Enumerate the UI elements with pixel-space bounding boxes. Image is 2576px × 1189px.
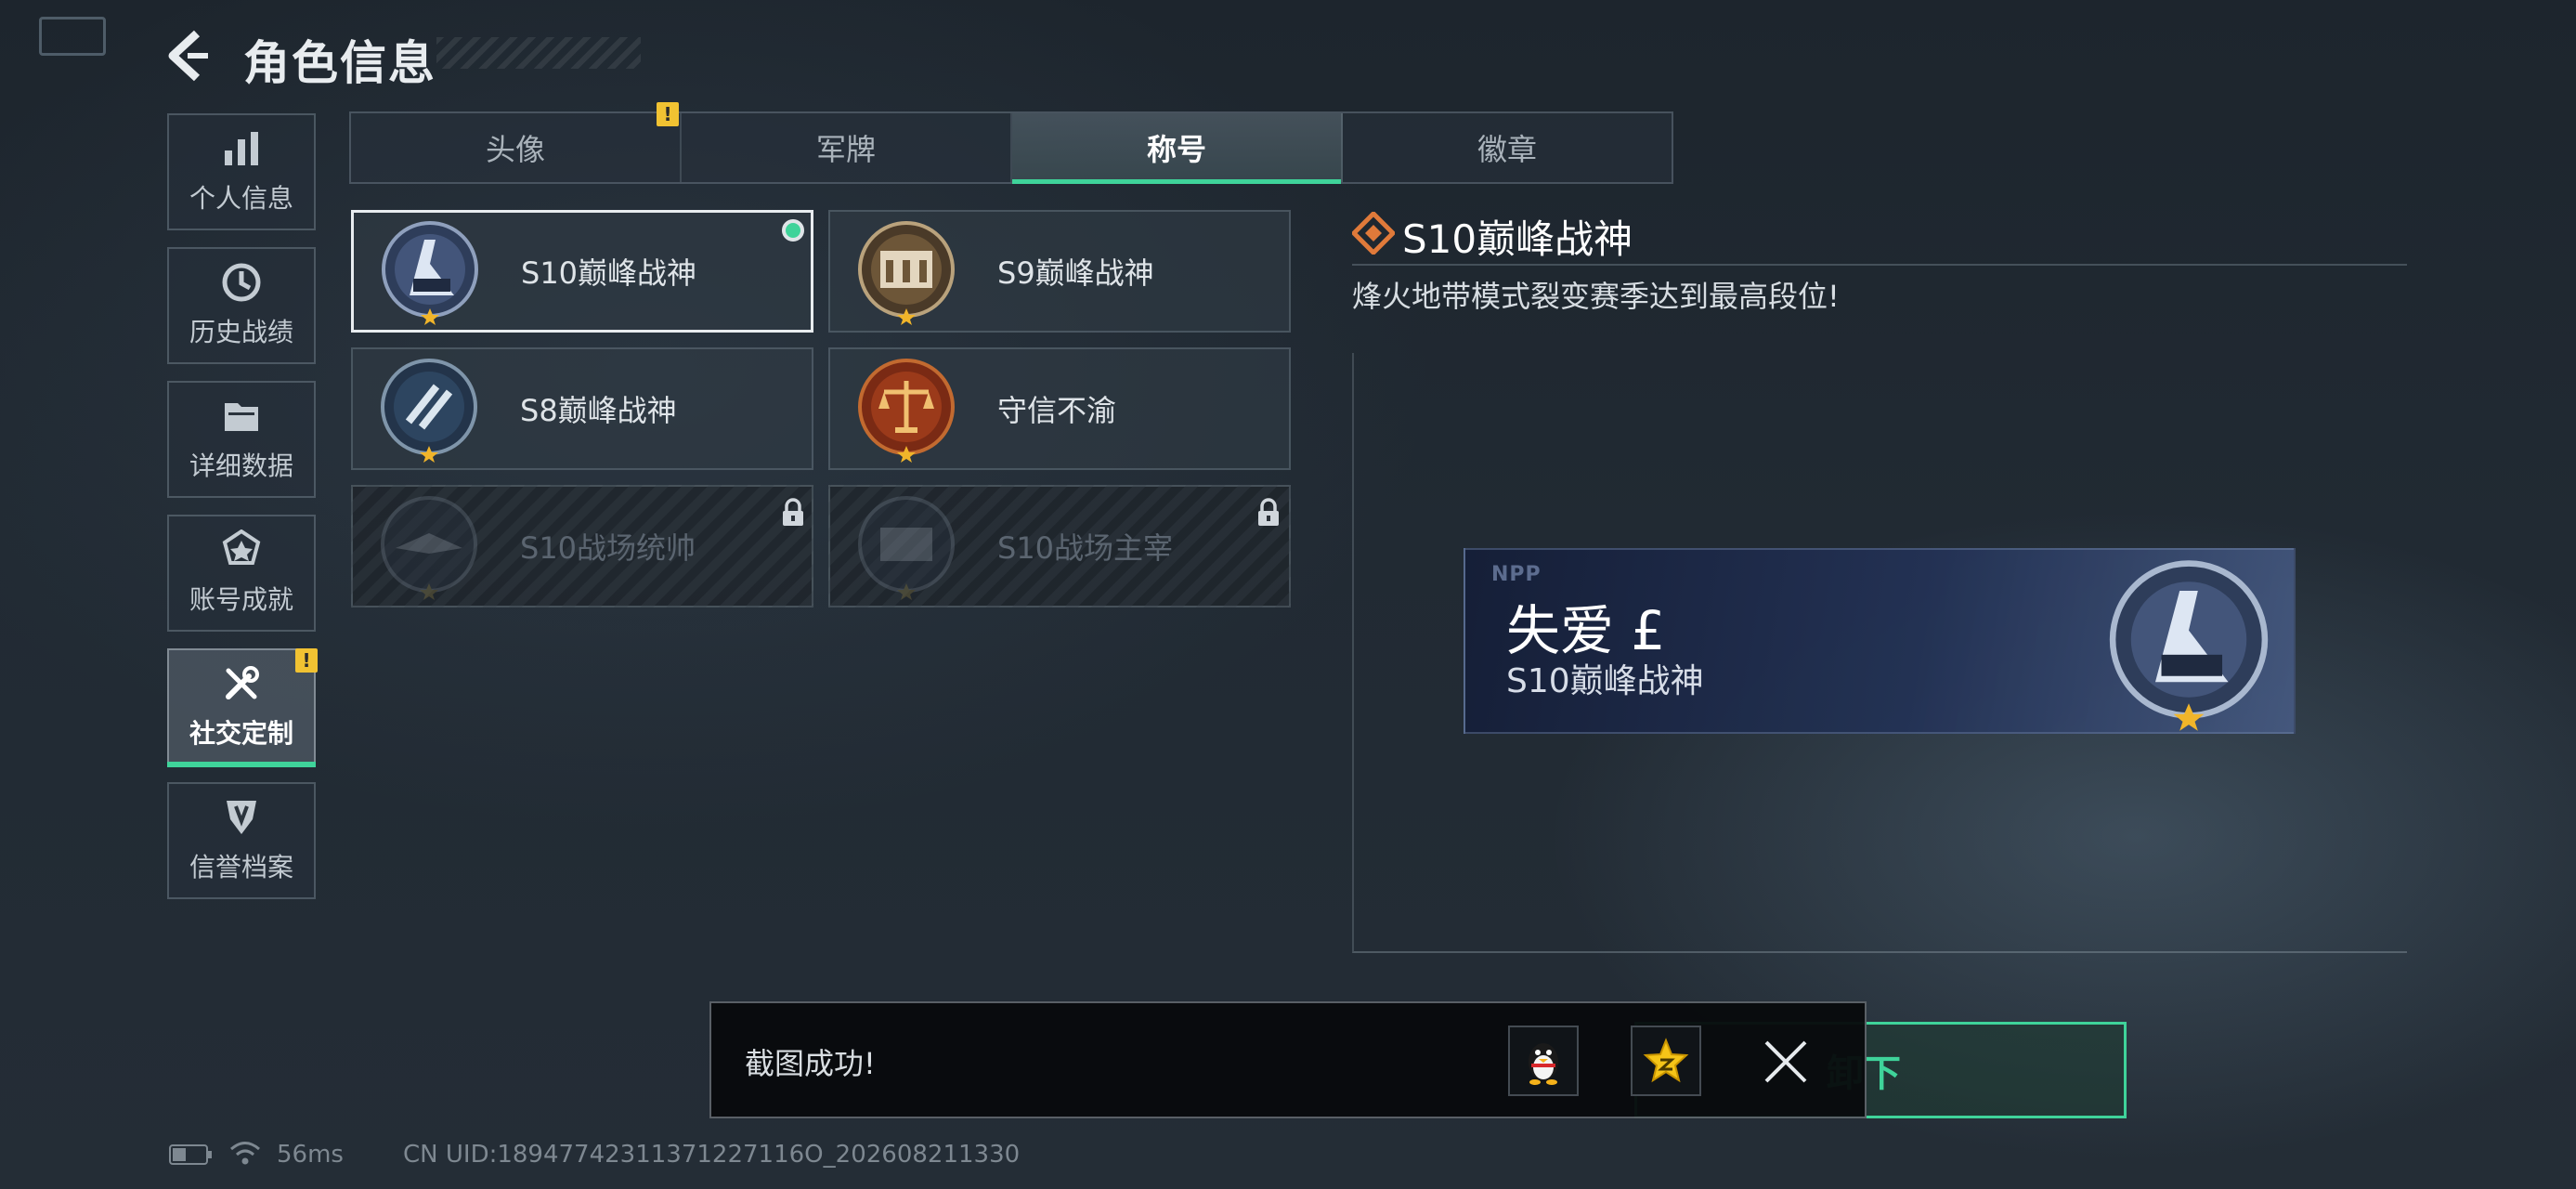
title-card-locked[interactable]: S10战场统帅 xyxy=(351,485,813,608)
tab-label: 军牌 xyxy=(815,132,876,167)
title-name: S9巅峰战神 xyxy=(997,255,1154,291)
peak-war-god-emblem xyxy=(382,221,478,325)
title-category-icon xyxy=(1352,212,1395,255)
screenshot-toast: 截图成功! xyxy=(709,1001,1867,1118)
lock-icon xyxy=(783,498,803,526)
title-card[interactable]: S9巅峰战神 xyxy=(828,210,1291,333)
title-name: S10战场统帅 xyxy=(520,530,696,566)
qzone-star-icon xyxy=(1643,1038,1689,1083)
shield-icon xyxy=(227,801,256,834)
sidebar-item-label: 账号成就 xyxy=(189,584,293,615)
sidebar-item-reputation[interactable]: 信誉档案 xyxy=(167,782,316,899)
bar-chart-icon xyxy=(225,132,258,165)
colosseum-emblem xyxy=(858,496,955,600)
title-card[interactable]: S10巅峰战神 xyxy=(351,210,813,333)
wifi-icon xyxy=(230,1142,260,1165)
title-name: S8巅峰战神 xyxy=(520,393,677,428)
sidebar-item-label: 历史战绩 xyxy=(189,317,293,347)
title-card[interactable]: S8巅峰战神 xyxy=(351,347,813,470)
title-card-locked[interactable]: S10战场主宰 xyxy=(828,485,1291,608)
sidebar-item-achievements[interactable]: 账号成就 xyxy=(167,515,316,632)
title-card[interactable]: 守信不渝 xyxy=(828,347,1291,470)
battery-icon xyxy=(169,1144,212,1165)
detail-title: S10巅峰战神 xyxy=(1402,216,1633,262)
tab-badge[interactable]: 徽章 xyxy=(1343,113,1672,182)
sidebar-item-personal-info[interactable]: 个人信息 xyxy=(167,113,316,230)
detail-description: 烽火地带模式裂变赛季达到最高段位! xyxy=(1352,279,1840,314)
close-icon[interactable] xyxy=(1761,1037,1811,1087)
sidebar-item-label: 个人信息 xyxy=(189,183,293,214)
sidebar-item-label: 社交定制 xyxy=(189,718,293,749)
peak-war-god-emblem xyxy=(2109,560,2269,731)
warning-badge: ! xyxy=(295,648,318,673)
toast-message: 截图成功! xyxy=(745,1046,876,1081)
tab-title[interactable]: 称号 xyxy=(1012,113,1343,184)
qq-penguin-icon xyxy=(1529,1043,1558,1085)
clock-icon xyxy=(222,263,261,302)
tools-icon xyxy=(226,666,259,699)
category-tabs: 头像 军牌 称号 徽章 xyxy=(349,111,1673,184)
title-name: 守信不渝 xyxy=(997,393,1117,428)
title-decoration xyxy=(436,37,641,69)
sidebar-item-social-customize[interactable]: 社交定制 xyxy=(167,648,316,767)
tab-label: 徽章 xyxy=(1477,132,1537,167)
nameplate-tag: NPP xyxy=(1491,563,1542,586)
tab-label: 头像 xyxy=(485,132,545,167)
player-title: S10巅峰战神 xyxy=(1506,662,1704,700)
scales-emblem xyxy=(858,359,955,463)
title-name: S10巅峰战神 xyxy=(521,255,697,291)
tab-label: 称号 xyxy=(1146,132,1206,167)
aircraft-emblem xyxy=(381,496,477,600)
equipped-indicator xyxy=(782,219,804,242)
folder-icon xyxy=(225,403,258,431)
colosseum-gold-emblem xyxy=(858,221,955,325)
lock-icon xyxy=(1258,498,1279,526)
sidebar-item-detailed-data[interactable]: 详细数据 xyxy=(167,381,316,498)
divider xyxy=(1352,264,2407,266)
tab-avatar[interactable]: 头像 xyxy=(351,113,682,182)
ping-value: 56ms xyxy=(277,1141,344,1169)
tab-dog-tag[interactable]: 军牌 xyxy=(682,113,1012,182)
sidebar-item-history[interactable]: 历史战绩 xyxy=(167,247,316,364)
share-qq-button[interactable] xyxy=(1508,1026,1579,1096)
title-name: S10战场主宰 xyxy=(997,530,1174,566)
s8-emblem xyxy=(381,359,477,463)
warning-badge: ! xyxy=(657,102,679,126)
page-title: 角色信息 xyxy=(243,36,436,90)
sidebar-item-label: 详细数据 xyxy=(189,451,293,481)
uid-text: CN UID:18947742311371227116O_20260821133… xyxy=(403,1141,1021,1169)
medal-icon xyxy=(222,529,261,565)
share-qzone-button[interactable] xyxy=(1631,1026,1701,1096)
sidebar-item-label: 信誉档案 xyxy=(189,852,293,882)
back-arrow-icon[interactable] xyxy=(165,28,214,84)
nameplate-preview: NPP 失爱 £ S10巅峰战神 xyxy=(1464,548,2296,734)
corner-decoration xyxy=(39,17,106,56)
